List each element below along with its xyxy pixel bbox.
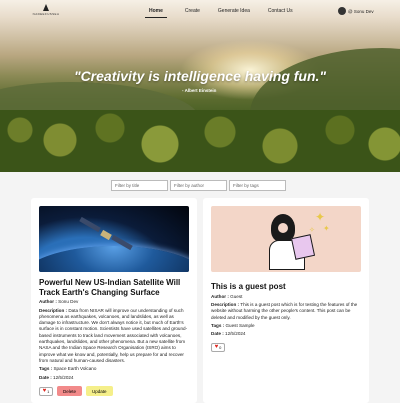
post-description: Description : This is a guest post which…	[211, 302, 361, 321]
update-button[interactable]: Update	[86, 386, 113, 397]
top-nav: NADEEFUSSEA Home Create Generate Idea Co…	[0, 0, 400, 24]
post-tags-value: Guest Sample	[225, 322, 255, 328]
post-date-label: Date :	[211, 331, 224, 337]
like-button[interactable]: ♥ 0	[211, 342, 225, 352]
post-date: Date : 12/5/2024	[211, 331, 361, 338]
hero-quote: "Creativity is intelligence having fun."	[73, 68, 327, 84]
post-description-value: Data from NISAR will improve our underst…	[39, 307, 188, 363]
post-author-value: Guest	[230, 293, 243, 299]
delete-button[interactable]: Delete	[57, 386, 83, 397]
post-actions: ♥ 0	[211, 342, 361, 352]
post-author: Author : Sonu Dev	[39, 299, 189, 306]
nav-link-generate-idea[interactable]: Generate Idea	[218, 8, 250, 18]
heart-icon: ♥	[42, 388, 47, 395]
post-author-value: Sonu Dev	[58, 299, 79, 304]
heart-icon: ♥	[214, 344, 219, 351]
post-date-label: Date :	[39, 374, 52, 380]
logo-icon	[43, 4, 49, 11]
hero-banner: "Creativity is intelligence having fun."…	[0, 0, 400, 172]
user-name: @ Sonu Dev	[348, 8, 374, 14]
post-description: Description : Data from NISAR will impro…	[39, 308, 189, 365]
post-date-value: 12/5/2024	[53, 374, 74, 380]
nav-link-create[interactable]: Create	[185, 8, 200, 18]
post-actions: ♥ 1 Delete Update	[39, 386, 189, 397]
like-count: 0	[219, 344, 222, 350]
post-author-label: Author :	[211, 293, 229, 299]
post-card-guest: ✦ ✦ ✧ This is a guest post Author : Gues…	[203, 198, 369, 403]
post-author: Author : Guest	[211, 294, 361, 301]
post-author-label: Author :	[39, 299, 57, 304]
filter-bar	[111, 180, 288, 191]
user-menu[interactable]: @ Sonu Dev	[338, 7, 374, 15]
satellite-panel	[79, 216, 101, 233]
notepad-icon	[290, 234, 316, 260]
post-tags: Tags : Space Earth Volcano	[39, 366, 189, 373]
post-tags-label: Tags :	[211, 322, 225, 328]
post-title: This is a guest post	[211, 282, 286, 291]
like-button[interactable]: ♥ 1	[39, 386, 53, 396]
sparkle-icon: ✧	[309, 227, 315, 234]
nav-link-home[interactable]: Home	[145, 8, 167, 18]
filter-title-input[interactable]	[111, 180, 168, 191]
nav-link-contact-us[interactable]: Contact Us	[268, 8, 293, 18]
filter-author-input[interactable]	[170, 180, 227, 191]
logo[interactable]: NADEEFUSSEA	[32, 4, 60, 16]
post-image-guest: ✦ ✦ ✧	[211, 206, 361, 272]
avatar	[338, 7, 346, 15]
post-image-satellite	[39, 206, 189, 272]
like-count: 1	[47, 388, 50, 394]
person-face	[277, 222, 289, 234]
post-date-value: 12/5/2024	[225, 331, 246, 337]
earth-horizon	[39, 246, 189, 272]
post-title: Powerful New US-Indian Satellite Will Tr…	[39, 278, 181, 297]
sparkle-icon: ✦	[323, 224, 330, 233]
nav-links: Home Create Generate Idea Contact Us	[145, 8, 311, 18]
post-tags-value: Space Earth Volcano	[53, 366, 97, 372]
post-description-label: Description :	[211, 302, 240, 307]
post-tags-label: Tags :	[39, 366, 53, 372]
filter-tags-input[interactable]	[229, 180, 286, 191]
post-date: Date : 12/5/2024	[39, 375, 189, 382]
hero-shrubs	[0, 110, 400, 172]
logo-text: NADEEFUSSEA	[32, 12, 60, 16]
post-description-label: Description :	[39, 307, 68, 313]
hero-quote-author: - Albert Einstein	[182, 88, 217, 93]
sparkle-icon: ✦	[315, 210, 326, 224]
post-tags: Tags : Guest Sample	[211, 323, 361, 330]
post-card-satellite: Powerful New US-Indian Satellite Will Tr…	[31, 198, 197, 403]
